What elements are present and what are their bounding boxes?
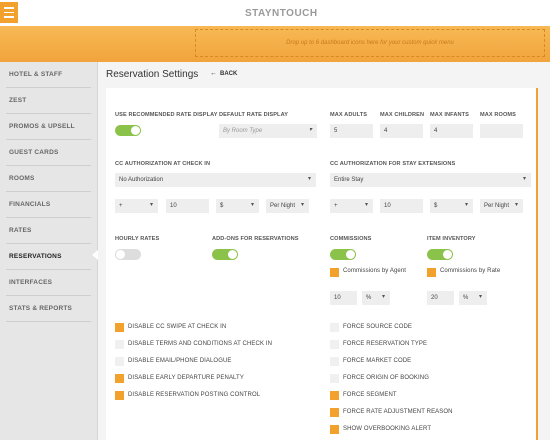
default-rate-display-select[interactable]: By Room Type bbox=[219, 124, 317, 138]
show-overbooking-alert-checkbox[interactable] bbox=[330, 425, 339, 434]
sidebar-item-rooms[interactable]: ROOMS bbox=[6, 166, 91, 192]
force-rate-adjustment-label: FORCE RATE ADJUSTMENT REASON bbox=[343, 409, 453, 415]
settings-panel: USE RECOMMENDED RATE DISPLAY DEFAULT RAT… bbox=[106, 88, 538, 440]
sidebar-item-stats-reports[interactable]: STATS & REPORTS bbox=[6, 296, 91, 322]
sidebar: HOTEL & STAFF ZEST PROMOS & UPSELL GUEST… bbox=[0, 62, 98, 440]
sidebar-item-financials[interactable]: FINANCIALS bbox=[6, 192, 91, 218]
force-market-code-checkbox[interactable] bbox=[330, 357, 339, 366]
use-recommended-rate-toggle[interactable] bbox=[115, 125, 141, 136]
max-infants-input[interactable]: 4 bbox=[430, 124, 473, 138]
back-button[interactable]: ← BACK bbox=[210, 70, 237, 77]
cc-auth-checkin-select[interactable]: No Authorization bbox=[115, 173, 316, 187]
force-segment-label: FORCE SEGMENT bbox=[343, 392, 397, 398]
hamburger-menu-icon[interactable] bbox=[0, 2, 18, 23]
cc-auth-ext-currency-select[interactable]: $ bbox=[430, 199, 473, 213]
force-rate-adjustment-checkbox[interactable] bbox=[330, 408, 339, 417]
commission-agent-unit-select[interactable]: % bbox=[362, 291, 390, 305]
disable-posting-control-label: DISABLE RESERVATION POSTING CONTROL bbox=[128, 392, 261, 398]
max-rooms-label: MAX ROOMS bbox=[480, 112, 517, 118]
force-reservation-type-label: FORCE RESERVATION TYPE bbox=[343, 341, 428, 347]
back-label: BACK bbox=[220, 70, 238, 77]
disable-posting-control-checkbox[interactable] bbox=[115, 391, 124, 400]
disable-email-phone-label: DISABLE EMAIL/PHONE DIALOGUE bbox=[128, 358, 232, 364]
max-adults-label: MAX ADULTS bbox=[330, 112, 368, 118]
use-recommended-rate-label: USE RECOMMENDED RATE DISPLAY bbox=[115, 112, 218, 118]
force-source-code-checkbox[interactable] bbox=[330, 323, 339, 332]
cc-auth-checkin-amount-input[interactable]: 10 bbox=[166, 199, 209, 213]
back-arrow-icon: ← bbox=[210, 70, 217, 77]
cc-auth-ext-sign-select[interactable]: + bbox=[330, 199, 373, 213]
dashboard-band: Drop up to 6 dashboard icons here for yo… bbox=[0, 26, 550, 62]
force-reservation-type-checkbox[interactable] bbox=[330, 340, 339, 349]
max-infants-label: MAX INFANTS bbox=[430, 112, 470, 118]
quick-menu-dropzone[interactable]: Drop up to 6 dashboard icons here for yo… bbox=[195, 29, 545, 57]
item-inventory-label: ITEM INVENTORY bbox=[427, 236, 476, 242]
force-origin-booking-label: FORCE ORIGIN OF BOOKING bbox=[343, 375, 429, 381]
commissions-by-rate-checkbox[interactable] bbox=[427, 268, 436, 277]
main-content: Reservation Settings ← BACK USE RECOMMEN… bbox=[98, 62, 550, 440]
disable-terms-checkbox[interactable] bbox=[115, 340, 124, 349]
sidebar-item-reservations[interactable]: RESERVATIONS bbox=[6, 244, 91, 270]
cc-auth-ext-period-select[interactable]: Per Night bbox=[480, 199, 523, 213]
cc-auth-checkin-currency-select[interactable]: $ bbox=[216, 199, 259, 213]
item-inventory-toggle[interactable] bbox=[427, 249, 453, 260]
disable-terms-label: DISABLE TERMS AND CONDITIONS AT CHECK IN bbox=[128, 341, 273, 347]
max-rooms-input[interactable] bbox=[480, 124, 523, 138]
cc-auth-extensions-select[interactable]: Entire Stay bbox=[330, 173, 531, 187]
disable-cc-swipe-label: DISABLE CC SWIPE AT CHECK IN bbox=[128, 324, 227, 330]
commission-rate-value-input[interactable]: 20 bbox=[427, 291, 454, 305]
force-segment-checkbox[interactable] bbox=[330, 391, 339, 400]
commissions-by-agent-checkbox[interactable] bbox=[330, 268, 339, 277]
commissions-by-agent-label: Commissions by Agent bbox=[343, 268, 407, 274]
sidebar-item-hotel-staff[interactable]: HOTEL & STAFF bbox=[6, 62, 91, 88]
hourly-rates-toggle[interactable] bbox=[115, 249, 141, 260]
commissions-by-rate-label: Commissions by Rate bbox=[440, 268, 501, 274]
max-children-label: MAX CHILDREN bbox=[380, 112, 425, 118]
hourly-rates-label: HOURLY RATES bbox=[115, 236, 160, 242]
force-source-code-label: FORCE SOURCE CODE bbox=[343, 324, 413, 330]
addons-toggle[interactable] bbox=[212, 249, 238, 260]
commissions-toggle[interactable] bbox=[330, 249, 356, 260]
page-title: Reservation Settings bbox=[106, 69, 199, 80]
cc-auth-checkin-label: CC AUTHORIZATION AT CHECK IN bbox=[115, 161, 211, 167]
cc-auth-ext-amount-input[interactable]: 10 bbox=[380, 199, 423, 213]
force-origin-booking-checkbox[interactable] bbox=[330, 374, 339, 383]
commissions-label: COMMISSIONS bbox=[330, 236, 372, 242]
force-market-code-label: FORCE MARKET CODE bbox=[343, 358, 412, 364]
max-adults-input[interactable]: 5 bbox=[330, 124, 373, 138]
disable-cc-swipe-checkbox[interactable] bbox=[115, 323, 124, 332]
max-children-input[interactable]: 4 bbox=[380, 124, 423, 138]
default-rate-display-label: DEFAULT RATE DISPLAY bbox=[219, 112, 289, 118]
disable-early-departure-label: DISABLE EARLY DEPARTURE PENALTY bbox=[128, 375, 244, 381]
sidebar-item-promos-upsell[interactable]: PROMOS & UPSELL bbox=[6, 114, 91, 140]
top-bar: STAYNTOUCH bbox=[0, 0, 550, 26]
sidebar-item-guest-cards[interactable]: GUEST CARDS bbox=[6, 140, 91, 166]
commission-agent-value-input[interactable]: 10 bbox=[330, 291, 357, 305]
show-overbooking-alert-label: SHOW OVERBOOKING ALERT bbox=[343, 426, 432, 432]
cc-auth-checkin-period-select[interactable]: Per Night bbox=[266, 199, 309, 213]
addons-label: ADD-ONS FOR RESERVATIONS bbox=[212, 236, 299, 242]
disable-early-departure-checkbox[interactable] bbox=[115, 374, 124, 383]
cc-auth-checkin-sign-select[interactable]: + bbox=[115, 199, 158, 213]
sidebar-item-rates[interactable]: RATES bbox=[6, 218, 91, 244]
cc-auth-extensions-label: CC AUTHORIZATION FOR STAY EXTENSIONS bbox=[330, 161, 456, 167]
app-logo: STAYNTOUCH bbox=[245, 8, 318, 19]
sidebar-item-zest[interactable]: ZEST bbox=[6, 88, 91, 114]
sidebar-item-interfaces[interactable]: INTERFACES bbox=[6, 270, 91, 296]
disable-email-phone-checkbox[interactable] bbox=[115, 357, 124, 366]
commission-rate-unit-select[interactable]: % bbox=[459, 291, 487, 305]
